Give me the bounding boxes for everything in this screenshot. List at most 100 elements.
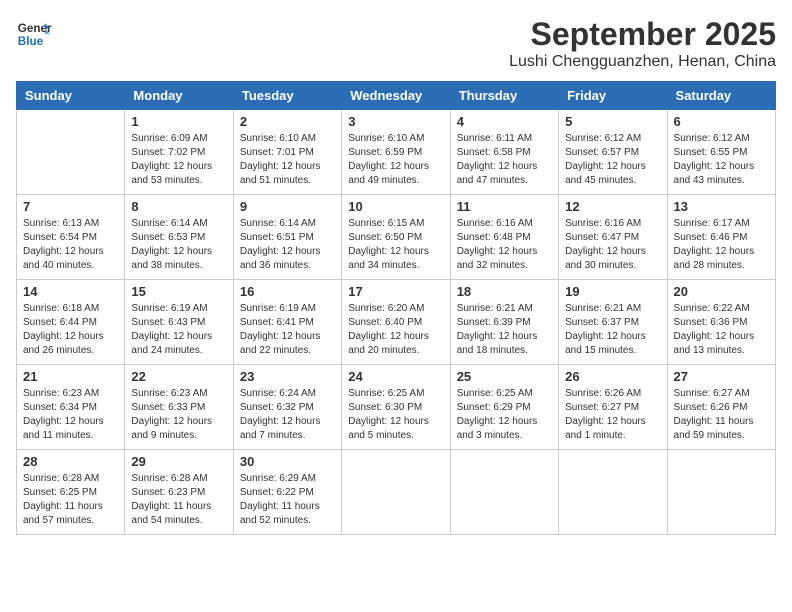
day-number: 26 [565, 369, 660, 384]
calendar-week-row: 28 Sunrise: 6:28 AMSunset: 6:25 PMDaylig… [17, 450, 776, 535]
day-number: 30 [240, 454, 335, 469]
day-number: 7 [23, 199, 118, 214]
calendar-table: SundayMondayTuesdayWednesdayThursdayFrid… [16, 81, 776, 535]
day-info: Sunrise: 6:12 AMSunset: 6:57 PMDaylight:… [565, 132, 660, 188]
day-info: Sunrise: 6:23 AMSunset: 6:33 PMDaylight:… [131, 387, 226, 443]
calendar-cell: 2 Sunrise: 6:10 AMSunset: 7:01 PMDayligh… [233, 110, 341, 195]
day-info: Sunrise: 6:21 AMSunset: 6:37 PMDaylight:… [565, 302, 660, 358]
day-info: Sunrise: 6:16 AMSunset: 6:47 PMDaylight:… [565, 217, 660, 273]
day-info: Sunrise: 6:29 AMSunset: 6:22 PMDaylight:… [240, 472, 335, 528]
calendar-cell: 15 Sunrise: 6:19 AMSunset: 6:43 PMDaylig… [125, 280, 233, 365]
calendar-cell: 26 Sunrise: 6:26 AMSunset: 6:27 PMDaylig… [559, 365, 667, 450]
calendar-cell: 22 Sunrise: 6:23 AMSunset: 6:33 PMDaylig… [125, 365, 233, 450]
calendar-cell: 27 Sunrise: 6:27 AMSunset: 6:26 PMDaylig… [667, 365, 775, 450]
day-info: Sunrise: 6:17 AMSunset: 6:46 PMDaylight:… [674, 217, 769, 273]
day-info: Sunrise: 6:22 AMSunset: 6:36 PMDaylight:… [674, 302, 769, 358]
day-number: 27 [674, 369, 769, 384]
day-number: 18 [457, 284, 552, 299]
day-info: Sunrise: 6:09 AMSunset: 7:02 PMDaylight:… [131, 132, 226, 188]
calendar-cell [17, 110, 125, 195]
weekday-header: Monday [125, 82, 233, 110]
calendar-cell [559, 450, 667, 535]
day-number: 21 [23, 369, 118, 384]
day-info: Sunrise: 6:25 AMSunset: 6:30 PMDaylight:… [348, 387, 443, 443]
month-title: September 2025 [509, 16, 776, 53]
calendar-cell: 11 Sunrise: 6:16 AMSunset: 6:48 PMDaylig… [450, 195, 558, 280]
calendar-cell: 1 Sunrise: 6:09 AMSunset: 7:02 PMDayligh… [125, 110, 233, 195]
day-info: Sunrise: 6:11 AMSunset: 6:58 PMDaylight:… [457, 132, 552, 188]
day-number: 29 [131, 454, 226, 469]
day-number: 14 [23, 284, 118, 299]
weekday-header-row: SundayMondayTuesdayWednesdayThursdayFrid… [17, 82, 776, 110]
page-header: General Blue September 2025 Lushi Chengg… [16, 16, 776, 71]
svg-text:Blue: Blue [18, 35, 44, 48]
day-number: 11 [457, 199, 552, 214]
day-number: 10 [348, 199, 443, 214]
calendar-week-row: 7 Sunrise: 6:13 AMSunset: 6:54 PMDayligh… [17, 195, 776, 280]
weekday-header: Saturday [667, 82, 775, 110]
calendar-cell: 16 Sunrise: 6:19 AMSunset: 6:41 PMDaylig… [233, 280, 341, 365]
day-info: Sunrise: 6:12 AMSunset: 6:55 PMDaylight:… [674, 132, 769, 188]
calendar-cell: 4 Sunrise: 6:11 AMSunset: 6:58 PMDayligh… [450, 110, 558, 195]
day-number: 23 [240, 369, 335, 384]
day-number: 1 [131, 114, 226, 129]
calendar-week-row: 21 Sunrise: 6:23 AMSunset: 6:34 PMDaylig… [17, 365, 776, 450]
day-number: 25 [457, 369, 552, 384]
day-info: Sunrise: 6:24 AMSunset: 6:32 PMDaylight:… [240, 387, 335, 443]
calendar-cell: 30 Sunrise: 6:29 AMSunset: 6:22 PMDaylig… [233, 450, 341, 535]
day-info: Sunrise: 6:14 AMSunset: 6:51 PMDaylight:… [240, 217, 335, 273]
day-info: Sunrise: 6:10 AMSunset: 6:59 PMDaylight:… [348, 132, 443, 188]
day-info: Sunrise: 6:13 AMSunset: 6:54 PMDaylight:… [23, 217, 118, 273]
day-number: 13 [674, 199, 769, 214]
day-number: 28 [23, 454, 118, 469]
day-info: Sunrise: 6:20 AMSunset: 6:40 PMDaylight:… [348, 302, 443, 358]
day-number: 12 [565, 199, 660, 214]
calendar-cell [450, 450, 558, 535]
day-info: Sunrise: 6:19 AMSunset: 6:43 PMDaylight:… [131, 302, 226, 358]
day-number: 8 [131, 199, 226, 214]
day-info: Sunrise: 6:18 AMSunset: 6:44 PMDaylight:… [23, 302, 118, 358]
day-number: 20 [674, 284, 769, 299]
calendar-cell [667, 450, 775, 535]
calendar-cell: 20 Sunrise: 6:22 AMSunset: 6:36 PMDaylig… [667, 280, 775, 365]
calendar-cell: 14 Sunrise: 6:18 AMSunset: 6:44 PMDaylig… [17, 280, 125, 365]
weekday-header: Tuesday [233, 82, 341, 110]
calendar-cell: 29 Sunrise: 6:28 AMSunset: 6:23 PMDaylig… [125, 450, 233, 535]
day-info: Sunrise: 6:10 AMSunset: 7:01 PMDaylight:… [240, 132, 335, 188]
calendar-cell: 23 Sunrise: 6:24 AMSunset: 6:32 PMDaylig… [233, 365, 341, 450]
location-title: Lushi Chengguanzhen, Henan, China [509, 53, 776, 71]
day-number: 2 [240, 114, 335, 129]
day-number: 15 [131, 284, 226, 299]
day-info: Sunrise: 6:27 AMSunset: 6:26 PMDaylight:… [674, 387, 769, 443]
logo-icon: General Blue [16, 16, 52, 52]
day-info: Sunrise: 6:26 AMSunset: 6:27 PMDaylight:… [565, 387, 660, 443]
calendar-cell: 21 Sunrise: 6:23 AMSunset: 6:34 PMDaylig… [17, 365, 125, 450]
calendar-week-row: 1 Sunrise: 6:09 AMSunset: 7:02 PMDayligh… [17, 110, 776, 195]
weekday-header: Wednesday [342, 82, 450, 110]
day-info: Sunrise: 6:19 AMSunset: 6:41 PMDaylight:… [240, 302, 335, 358]
weekday-header: Thursday [450, 82, 558, 110]
day-number: 16 [240, 284, 335, 299]
weekday-header: Friday [559, 82, 667, 110]
calendar-cell: 28 Sunrise: 6:28 AMSunset: 6:25 PMDaylig… [17, 450, 125, 535]
calendar-cell: 12 Sunrise: 6:16 AMSunset: 6:47 PMDaylig… [559, 195, 667, 280]
title-block: September 2025 Lushi Chengguanzhen, Hena… [509, 16, 776, 71]
day-number: 9 [240, 199, 335, 214]
day-info: Sunrise: 6:21 AMSunset: 6:39 PMDaylight:… [457, 302, 552, 358]
calendar-cell: 8 Sunrise: 6:14 AMSunset: 6:53 PMDayligh… [125, 195, 233, 280]
calendar-cell: 25 Sunrise: 6:25 AMSunset: 6:29 PMDaylig… [450, 365, 558, 450]
day-number: 3 [348, 114, 443, 129]
calendar-cell: 5 Sunrise: 6:12 AMSunset: 6:57 PMDayligh… [559, 110, 667, 195]
calendar-cell: 6 Sunrise: 6:12 AMSunset: 6:55 PMDayligh… [667, 110, 775, 195]
calendar-cell [342, 450, 450, 535]
day-info: Sunrise: 6:28 AMSunset: 6:23 PMDaylight:… [131, 472, 226, 528]
day-number: 6 [674, 114, 769, 129]
calendar-cell: 24 Sunrise: 6:25 AMSunset: 6:30 PMDaylig… [342, 365, 450, 450]
calendar-cell: 17 Sunrise: 6:20 AMSunset: 6:40 PMDaylig… [342, 280, 450, 365]
calendar-week-row: 14 Sunrise: 6:18 AMSunset: 6:44 PMDaylig… [17, 280, 776, 365]
weekday-header: Sunday [17, 82, 125, 110]
day-info: Sunrise: 6:15 AMSunset: 6:50 PMDaylight:… [348, 217, 443, 273]
day-number: 17 [348, 284, 443, 299]
day-info: Sunrise: 6:23 AMSunset: 6:34 PMDaylight:… [23, 387, 118, 443]
day-info: Sunrise: 6:14 AMSunset: 6:53 PMDaylight:… [131, 217, 226, 273]
